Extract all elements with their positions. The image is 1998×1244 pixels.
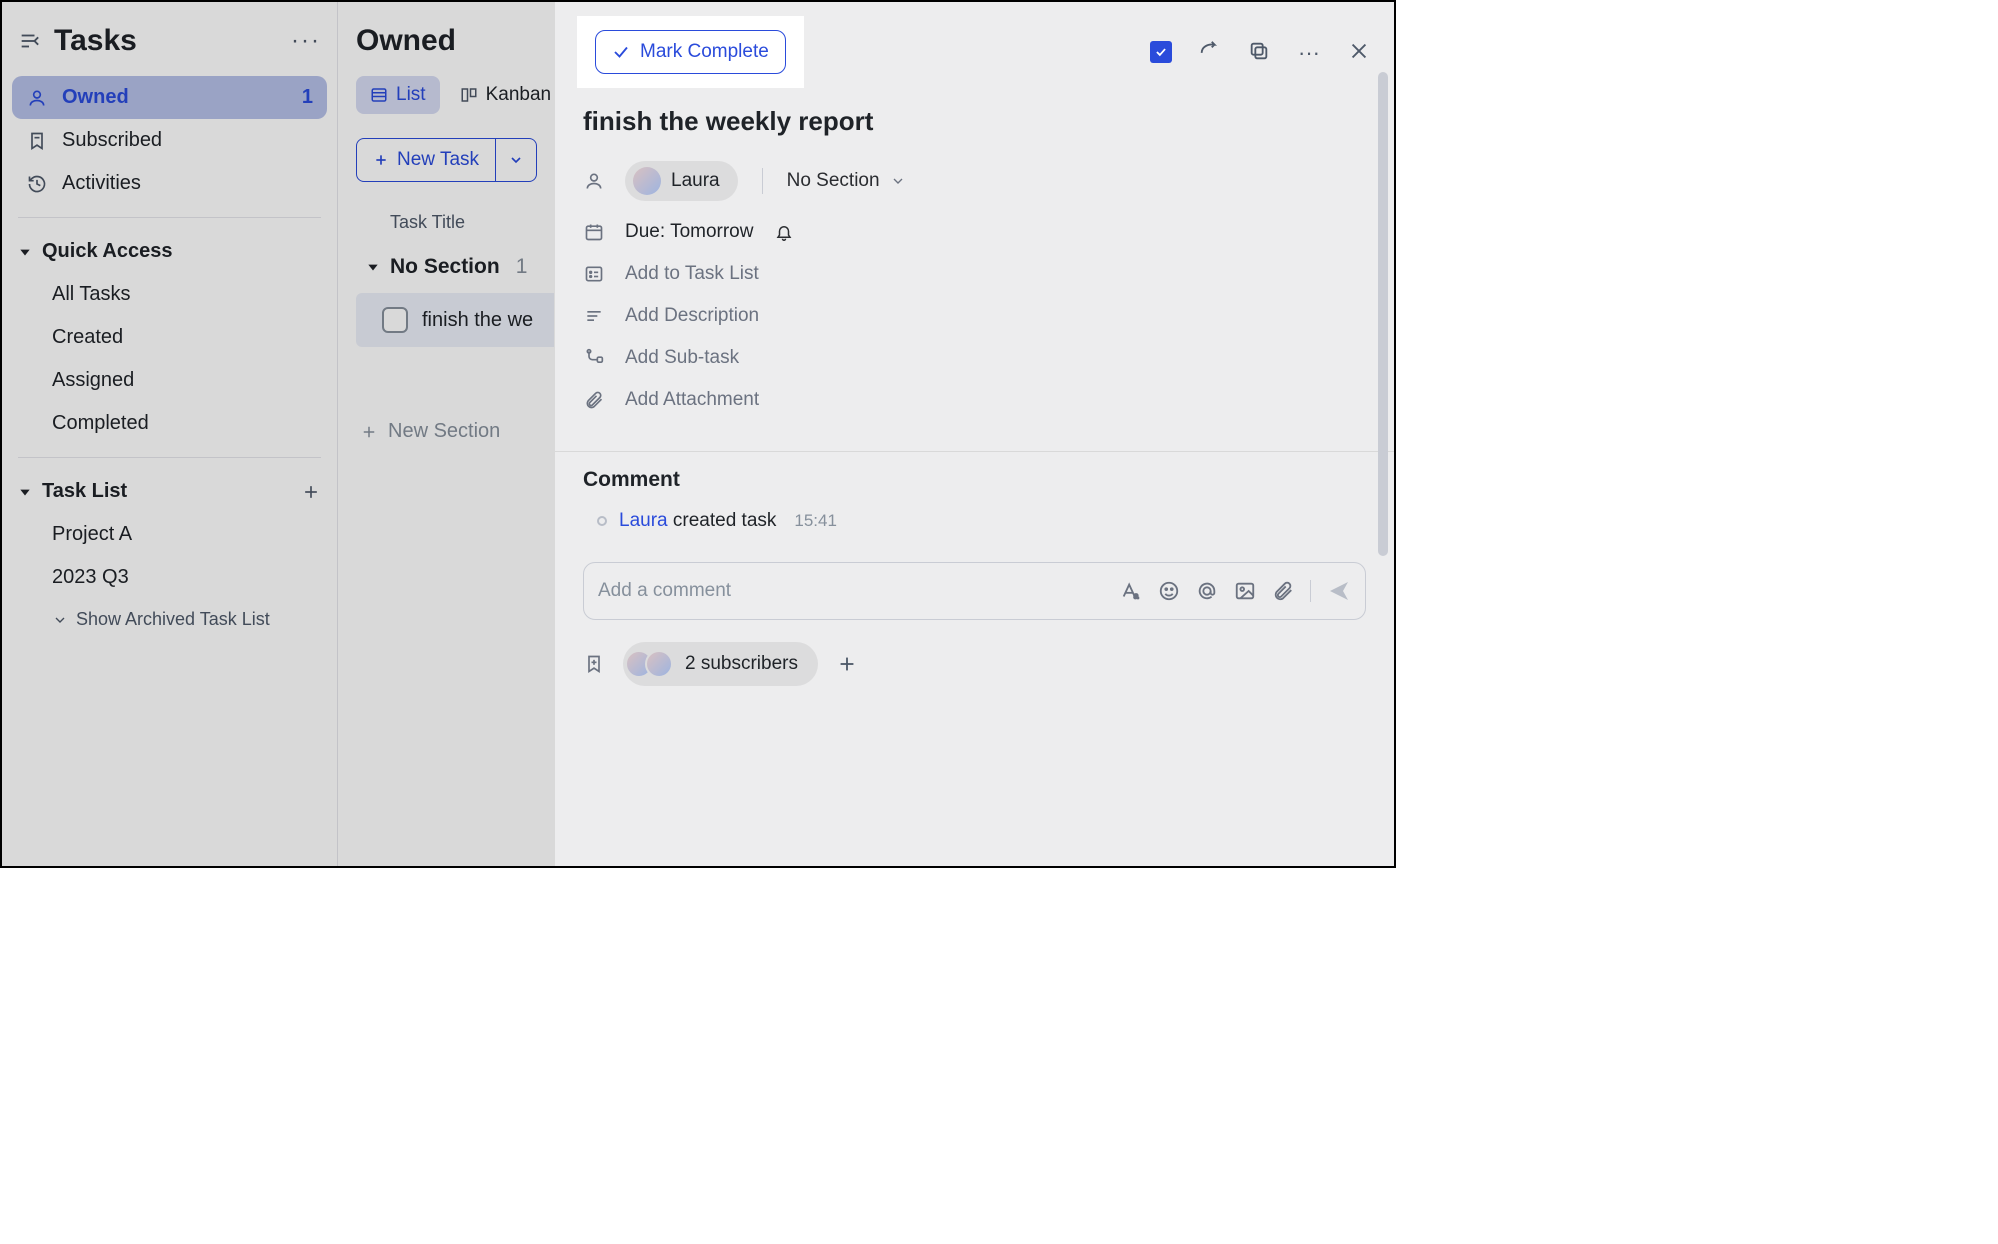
history-icon bbox=[26, 173, 48, 195]
comment-heading: Comment bbox=[583, 468, 1366, 492]
task-list-item[interactable]: Project A bbox=[12, 513, 327, 556]
chevron-down-icon bbox=[890, 173, 906, 189]
add-description[interactable]: Add Description bbox=[625, 305, 759, 327]
avatar bbox=[645, 650, 673, 678]
tab-label: List bbox=[396, 84, 426, 106]
task-list-label: Task List bbox=[42, 480, 127, 503]
sidebar-item-label: Owned bbox=[62, 86, 129, 109]
assignee-chip[interactable]: Laura bbox=[625, 161, 738, 201]
quick-access-label: Quick Access bbox=[42, 240, 172, 263]
caret-down-icon bbox=[18, 245, 32, 259]
quick-access-header[interactable]: Quick Access bbox=[12, 230, 327, 273]
quick-access-assigned[interactable]: Assigned bbox=[12, 359, 327, 402]
send-icon[interactable] bbox=[1327, 579, 1351, 603]
task-list-header[interactable]: Task List bbox=[12, 470, 327, 513]
kanban-icon bbox=[460, 86, 478, 104]
emoji-icon[interactable] bbox=[1158, 580, 1180, 602]
copy-icon[interactable] bbox=[1248, 40, 1272, 64]
scrollbar[interactable] bbox=[1378, 72, 1388, 556]
plus-icon bbox=[373, 152, 389, 168]
add-subscriber-button[interactable] bbox=[836, 653, 858, 675]
task-list-item[interactable]: 2023 Q3 bbox=[12, 556, 327, 599]
new-task-label: New Task bbox=[397, 149, 479, 171]
caret-down-icon bbox=[366, 260, 380, 274]
section-select-label: No Section bbox=[787, 170, 880, 192]
activity-user[interactable]: Laura bbox=[619, 510, 668, 531]
add-attachment[interactable]: Add Attachment bbox=[625, 389, 759, 411]
show-archived-link[interactable]: Show Archived Task List bbox=[12, 599, 327, 640]
sidebar-item-owned[interactable]: Owned 1 bbox=[12, 76, 327, 119]
bookmark-flag-icon[interactable] bbox=[1150, 41, 1172, 63]
text-format-icon[interactable]: a bbox=[1120, 580, 1142, 602]
chevron-down-icon bbox=[52, 612, 68, 628]
bell-icon[interactable] bbox=[773, 221, 795, 243]
sidebar-more-button[interactable]: ··· bbox=[291, 27, 321, 55]
new-task-dropdown[interactable] bbox=[496, 138, 537, 182]
share-icon[interactable] bbox=[1198, 40, 1222, 64]
collapse-sidebar-icon[interactable] bbox=[18, 30, 40, 52]
more-icon[interactable]: ··· bbox=[1298, 40, 1322, 64]
tasklist-icon bbox=[583, 263, 605, 285]
chevron-down-icon bbox=[508, 152, 524, 168]
sidebar: Tasks ··· Owned 1 Subscribed Activities bbox=[2, 2, 338, 866]
quick-access-completed[interactable]: Completed bbox=[12, 402, 327, 445]
tab-label: Kanban bbox=[486, 84, 552, 106]
sidebar-item-subscribed[interactable]: Subscribed bbox=[12, 119, 327, 162]
activity-entry: Laura created task 15:41 bbox=[583, 510, 1366, 532]
attach-icon[interactable] bbox=[1272, 580, 1294, 602]
svg-text:a: a bbox=[1134, 591, 1139, 600]
section-name: No Section bbox=[390, 255, 500, 279]
close-icon[interactable] bbox=[1348, 40, 1372, 64]
quick-access-all-tasks[interactable]: All Tasks bbox=[12, 273, 327, 316]
person-icon bbox=[583, 170, 605, 192]
bookmark-icon bbox=[26, 130, 48, 152]
add-task-list-button[interactable] bbox=[301, 482, 321, 502]
due-date[interactable]: Due: Tomorrow bbox=[625, 221, 753, 243]
section-select[interactable]: No Section bbox=[787, 170, 906, 192]
avatar bbox=[633, 167, 661, 195]
sidebar-item-label: Subscribed bbox=[62, 129, 162, 152]
new-task-button[interactable]: New Task bbox=[356, 138, 496, 182]
description-icon bbox=[583, 305, 605, 327]
add-to-tasklist[interactable]: Add to Task List bbox=[625, 263, 759, 285]
image-icon[interactable] bbox=[1234, 580, 1256, 602]
task-detail-panel: Mark Complete ··· finish the weekly bbox=[554, 2, 1394, 866]
comment-placeholder: Add a comment bbox=[598, 580, 731, 602]
sidebar-item-label: Activities bbox=[62, 172, 141, 195]
attachment-icon bbox=[583, 389, 605, 411]
section-count: 1 bbox=[516, 255, 528, 279]
mark-complete-button[interactable]: Mark Complete bbox=[595, 30, 786, 74]
assignee-name: Laura bbox=[671, 170, 720, 192]
comment-input[interactable]: Add a comment a bbox=[583, 562, 1366, 620]
activity-action: created task bbox=[668, 510, 777, 531]
mention-icon[interactable] bbox=[1196, 580, 1218, 602]
person-icon bbox=[26, 87, 48, 109]
activity-time: 15:41 bbox=[794, 511, 837, 531]
sidebar-item-count: 1 bbox=[302, 86, 313, 109]
subscribers-chip[interactable]: 2 subscribers bbox=[623, 642, 818, 686]
add-subtask[interactable]: Add Sub-task bbox=[625, 347, 739, 369]
new-section-label: New Section bbox=[388, 420, 500, 443]
task-row-title: finish the we bbox=[422, 309, 533, 332]
calendar-icon bbox=[583, 221, 605, 243]
subscribers-text: 2 subscribers bbox=[685, 653, 798, 675]
archived-label: Show Archived Task List bbox=[76, 609, 270, 630]
check-icon bbox=[612, 43, 630, 61]
bullet-icon bbox=[597, 516, 607, 526]
subtask-icon bbox=[583, 347, 605, 369]
quick-access-created[interactable]: Created bbox=[12, 316, 327, 359]
plus-icon bbox=[360, 423, 378, 441]
sidebar-title: Tasks bbox=[54, 24, 137, 58]
tab-list[interactable]: List bbox=[356, 76, 440, 114]
caret-down-icon bbox=[18, 485, 32, 499]
tab-kanban[interactable]: Kanban bbox=[446, 76, 566, 114]
task-title[interactable]: finish the weekly report bbox=[555, 98, 1394, 151]
bookmark-add-icon[interactable] bbox=[583, 653, 605, 675]
mark-complete-label: Mark Complete bbox=[640, 41, 769, 63]
list-icon bbox=[370, 86, 388, 104]
task-checkbox[interactable] bbox=[382, 307, 408, 333]
sidebar-item-activities[interactable]: Activities bbox=[12, 162, 327, 205]
